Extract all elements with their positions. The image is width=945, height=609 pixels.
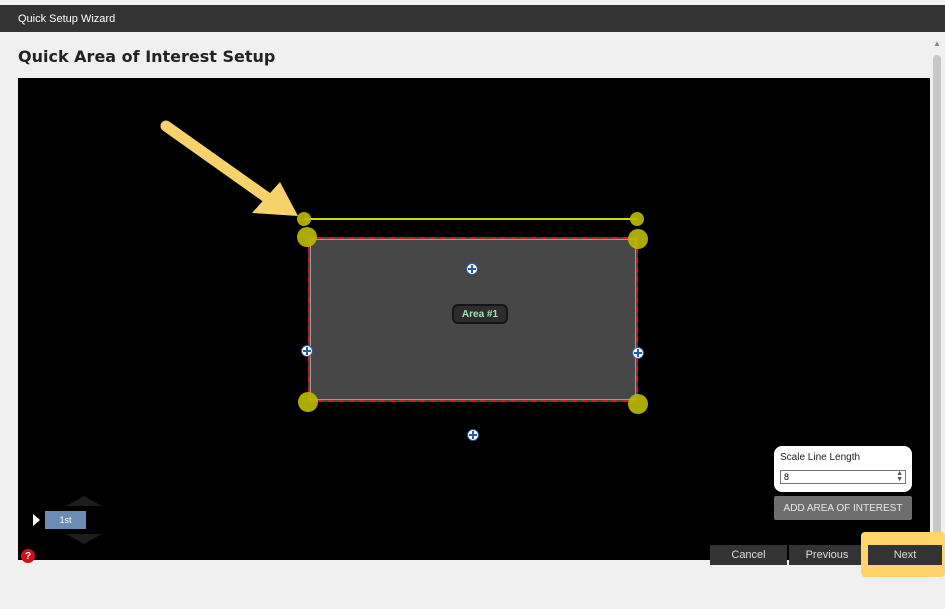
scale-line[interactable] — [304, 218, 637, 220]
layer-down-arrow-icon[interactable] — [66, 534, 102, 544]
scale-line-length-input[interactable]: 8 ▲ ▼ — [780, 470, 906, 484]
layer-pointer-icon — [33, 514, 40, 526]
scale-line-length-value: 8 — [784, 472, 790, 482]
scale-line-panel: Scale Line Length 8 ▲ ▼ — [774, 446, 912, 492]
spinner-arrows-icon[interactable]: ▲ ▼ — [896, 470, 903, 483]
scale-line-length-label: Scale Line Length — [780, 452, 861, 463]
wizard-dialog: Quick Area of Interest Setup Area #1 Sca… — [0, 32, 945, 609]
layer-up-arrow-icon[interactable] — [66, 496, 102, 506]
scale-line-end-handle-icon[interactable] — [630, 212, 644, 226]
plus-handle-top-icon[interactable] — [466, 263, 478, 275]
plus-handle-bottom-icon[interactable] — [467, 429, 479, 441]
page-title: Quick Area of Interest Setup — [18, 47, 276, 66]
help-icon[interactable]: ? — [21, 549, 35, 563]
corner-handle-bottom-left-icon[interactable] — [298, 392, 318, 412]
corner-handle-top-left-icon[interactable] — [297, 227, 317, 247]
add-area-of-interest-button[interactable]: ADD AREA OF INTEREST — [774, 496, 912, 520]
arrow-annotation-icon — [160, 120, 298, 216]
plus-handle-left-icon[interactable] — [301, 345, 313, 357]
layer-chip[interactable]: 1st — [45, 511, 86, 529]
previous-button[interactable]: Previous — [789, 545, 865, 565]
window-title: Quick Setup Wizard — [18, 12, 116, 25]
scale-line-start-handle-icon[interactable] — [297, 212, 311, 226]
layer-selector: 1st — [30, 496, 102, 544]
scroll-up-arrow-icon[interactable]: ▲ — [933, 39, 941, 48]
vertical-scrollbar[interactable] — [933, 55, 941, 540]
corner-handle-top-right-icon[interactable] — [628, 229, 648, 249]
video-canvas[interactable]: Area #1 Scale Line Length 8 ▲ ▼ ADD AREA … — [18, 78, 930, 560]
corner-handle-bottom-right-icon[interactable] — [628, 394, 648, 414]
window-title-bar: Quick Setup Wizard — [0, 5, 945, 32]
cancel-button[interactable]: Cancel — [710, 545, 787, 565]
area-label[interactable]: Area #1 — [452, 304, 508, 324]
next-button[interactable]: Next — [868, 545, 942, 565]
plus-handle-right-icon[interactable] — [632, 347, 644, 359]
